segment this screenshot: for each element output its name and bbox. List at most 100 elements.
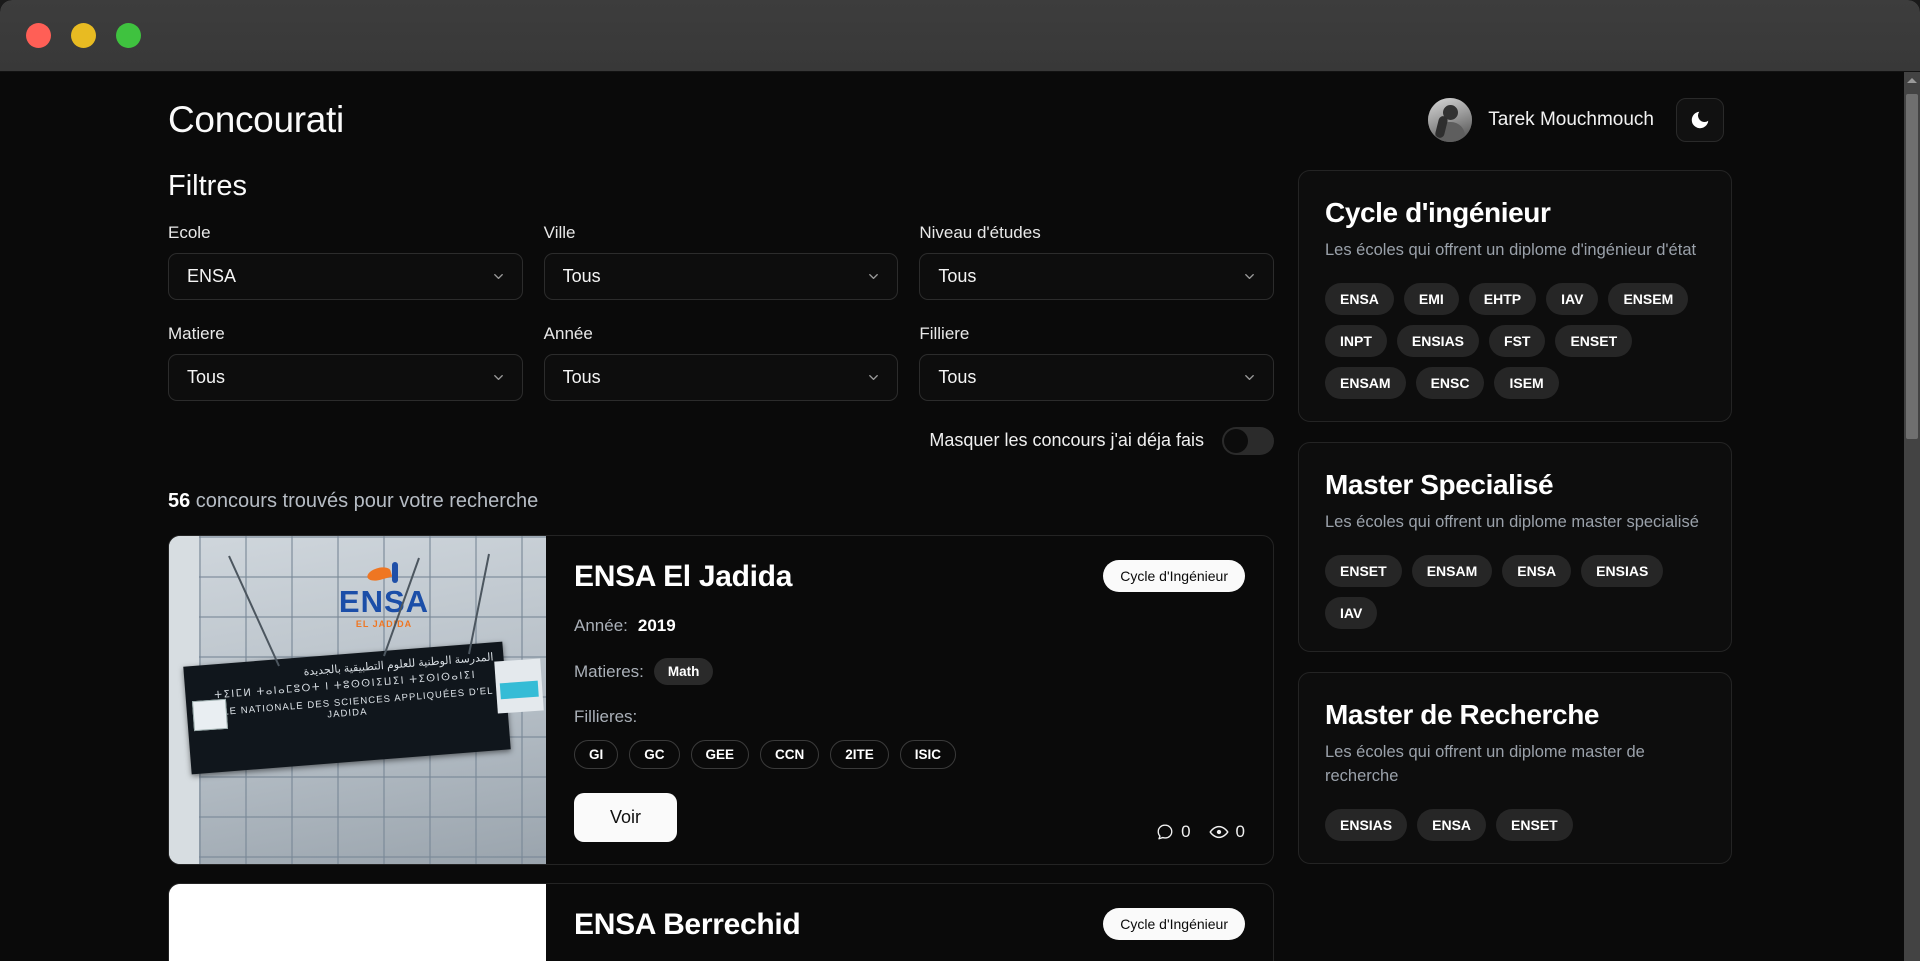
- chevron-down-icon: [493, 274, 503, 279]
- close-window-button[interactable]: [26, 23, 51, 48]
- school-tag[interactable]: EMI: [1403, 282, 1459, 315]
- chevron-down-icon: [1245, 274, 1254, 279]
- filter-ecole-select[interactable]: ENSA: [168, 253, 523, 300]
- photo-support-wires: [228, 553, 490, 667]
- hide-done-toggle[interactable]: [1221, 426, 1274, 455]
- school-tag[interactable]: ENSIAS: [1325, 808, 1408, 841]
- chevron-down-icon: [869, 274, 879, 279]
- filliere-pill[interactable]: CCN: [760, 740, 820, 769]
- panel-cycle-ingenieur: Cycle d'ingénieur Les écoles qui offrent…: [1298, 170, 1732, 422]
- concours-card-body: ENSA Berrechid Cycle d'Ingénieur Année: …: [546, 884, 1273, 961]
- filter-niveau-select[interactable]: Tous: [919, 253, 1274, 300]
- header-actions: Tarek Mouchmouch: [1428, 98, 1724, 142]
- filter-filliere-select[interactable]: Tous: [919, 354, 1274, 401]
- filter-annee-value: Tous: [562, 367, 601, 387]
- filliere-pill[interactable]: GI: [574, 740, 619, 769]
- concours-type-badge[interactable]: Cycle d'Ingénieur: [1103, 908, 1245, 940]
- results-count: 56 concours trouvés pour votre recherche: [168, 490, 1274, 513]
- concours-type-badge[interactable]: Cycle d'Ingénieur: [1103, 560, 1245, 592]
- annee-label: Année:: [574, 616, 628, 635]
- filter-annee: Année Tous: [543, 324, 899, 425]
- school-tag[interactable]: IAV: [1325, 596, 1378, 629]
- school-tag[interactable]: ENSET: [1496, 808, 1573, 841]
- theme-toggle-button[interactable]: [1676, 98, 1724, 142]
- filter-annee-select[interactable]: Tous: [543, 354, 899, 401]
- filliere-pill[interactable]: GC: [629, 740, 680, 769]
- minimize-window-button[interactable]: [71, 23, 96, 48]
- filter-annee-label: Année: [543, 324, 593, 343]
- page-scrollbar[interactable]: [1904, 72, 1920, 961]
- hide-done-row: Masquer les concours j'ai déja fais: [919, 417, 1274, 464]
- concours-card-body: ENSA El Jadida Cycle d'Ingénieur Année: …: [546, 536, 1273, 864]
- filter-filliere-label: Filliere: [919, 324, 970, 343]
- school-tag[interactable]: ENSEM: [1608, 282, 1689, 315]
- chevron-down-icon: [869, 375, 879, 380]
- page-columns: Filtres Ecole ENSA Ville Tous Niveau d'é…: [0, 142, 1920, 961]
- concours-thumbnail[interactable]: ENSA EL JADIDA المدرسة الوطنية للعلوم ال…: [169, 536, 546, 864]
- user-chip[interactable]: Tarek Mouchmouch: [1428, 98, 1654, 142]
- school-tag[interactable]: FST: [1489, 324, 1546, 357]
- matiere-pill[interactable]: Math: [653, 658, 714, 685]
- panel-description: Les écoles qui offrent un diplome master…: [1325, 742, 1645, 785]
- concours-card[interactable]: ENSA EL JADIDA المدرسة الوطنية للعلوم ال…: [168, 535, 1274, 865]
- scroll-up-arrow-icon[interactable]: [1907, 78, 1917, 83]
- filliere-pill[interactable]: ISIC: [899, 740, 957, 769]
- school-tag[interactable]: ENSIAS: [1396, 324, 1480, 357]
- filliere-pill[interactable]: GEE: [690, 740, 750, 769]
- school-tag[interactable]: ENSAM: [1325, 366, 1406, 399]
- panel-tags: ENSA EMI EHTP IAV ENSEM INPT ENSIAS FST …: [1325, 282, 1705, 399]
- school-tag[interactable]: ENSIAS: [1581, 554, 1664, 587]
- filter-niveau: Niveau d'études Tous: [919, 223, 1274, 324]
- school-tag[interactable]: ENSA: [1325, 282, 1394, 315]
- page-content: Concourati Tarek Mouchmouch Filtres Ecol…: [0, 72, 1920, 961]
- moon-icon: [1691, 111, 1709, 129]
- chevron-down-icon: [1245, 375, 1254, 380]
- panel-tags: ENSIAS ENSA ENSET: [1325, 808, 1705, 841]
- panel-description: Les écoles qui offrent un diplome master…: [1325, 512, 1699, 531]
- filter-ecole-label: Ecole: [168, 223, 211, 242]
- filters-grid: Ecole ENSA Ville Tous Niveau d'études To…: [168, 223, 1274, 464]
- panel-title: Cycle d'ingénieur: [1325, 197, 1551, 228]
- ensa-berrechid-photo: ENSA Ecole Nationale: [169, 884, 546, 961]
- school-tag[interactable]: EHTP: [1468, 282, 1537, 315]
- filter-filliere-value: Tous: [938, 367, 977, 387]
- filter-ville-value: Tous: [562, 266, 601, 286]
- filter-niveau-value: Tous: [938, 266, 977, 286]
- filter-matiere-value: Tous: [187, 367, 226, 387]
- comments-stat: 0: [1156, 822, 1191, 842]
- concours-title: ENSA Berrechid: [574, 908, 801, 941]
- school-tag[interactable]: ENSET: [1325, 554, 1402, 587]
- concours-card[interactable]: ENSA Ecole Nationale ENSA Berrechid Cycl…: [168, 883, 1274, 961]
- concours-thumbnail[interactable]: ENSA Ecole Nationale: [169, 884, 546, 961]
- school-tag[interactable]: ENSC: [1415, 366, 1485, 399]
- concours-card-footer: Voir 0 0: [574, 793, 1245, 842]
- school-tag[interactable]: ISEM: [1494, 366, 1559, 399]
- concours-card-header: ENSA El Jadida Cycle d'Ingénieur: [574, 560, 1245, 594]
- chevron-down-icon: [493, 375, 503, 380]
- filter-ville-select[interactable]: Tous: [543, 253, 899, 300]
- school-tag[interactable]: ENSA: [1502, 554, 1572, 587]
- school-tag[interactable]: ENSET: [1555, 324, 1633, 357]
- zoom-window-button[interactable]: [116, 23, 141, 48]
- filliere-pill[interactable]: 2ITE: [830, 740, 889, 769]
- sidebar-column: Cycle d'ingénieur Les écoles qui offrent…: [1298, 170, 1732, 884]
- scrollbar-thumb[interactable]: [1906, 94, 1918, 439]
- filter-ville: Ville Tous: [543, 223, 899, 324]
- user-name: Tarek Mouchmouch: [1488, 109, 1654, 130]
- concours-card-header: ENSA Berrechid Cycle d'Ingénieur: [574, 908, 1245, 942]
- panel-master-recherche: Master de Recherche Les écoles qui offre…: [1298, 671, 1732, 864]
- filter-ecole-value: ENSA: [187, 266, 237, 286]
- school-tag[interactable]: INPT: [1325, 324, 1387, 357]
- app-window: Concourati Tarek Mouchmouch Filtres Ecol…: [0, 0, 1920, 961]
- main-column: Filtres Ecole ENSA Ville Tous Niveau d'é…: [168, 142, 1274, 961]
- voir-button[interactable]: Voir: [574, 793, 678, 842]
- views-count: 0: [1235, 822, 1245, 841]
- avatar[interactable]: [1428, 98, 1473, 142]
- filter-matiere-select[interactable]: Tous: [168, 354, 523, 401]
- school-tag[interactable]: IAV: [1546, 282, 1599, 315]
- school-tag[interactable]: ENSAM: [1411, 554, 1493, 587]
- filters-heading: Filtres: [168, 170, 247, 202]
- school-tag[interactable]: ENSA: [1417, 808, 1487, 841]
- fillieres-label: Fillieres:: [574, 707, 638, 726]
- results-count-text: concours trouvés pour votre recherche: [190, 490, 539, 512]
